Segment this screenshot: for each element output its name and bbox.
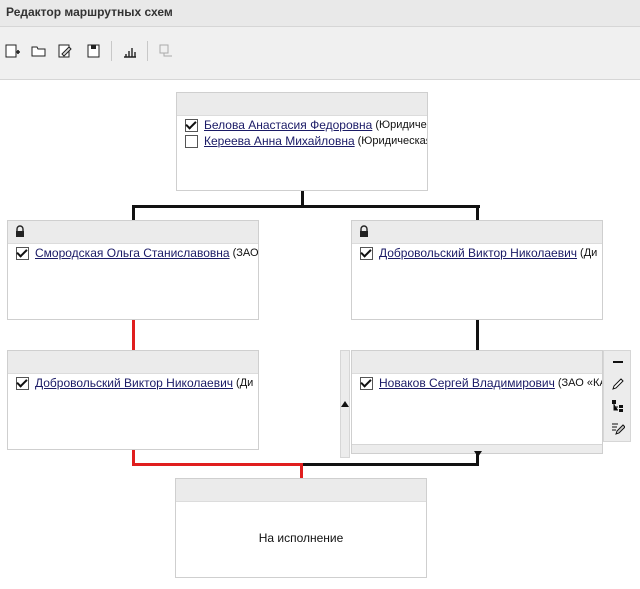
node-header: [8, 351, 258, 374]
toolbar-separator: [147, 41, 148, 61]
participant-row: Добровольский Виктор Николаевич (Ди: [16, 375, 253, 391]
minus-icon: [613, 361, 623, 363]
toolbar: [0, 27, 640, 80]
route-node-low-right[interactable]: Новаков Сергей Владимирович (ЗАО «КА: [351, 350, 603, 454]
edit-list-button[interactable]: [608, 419, 628, 437]
node-tools-panel: [603, 350, 631, 442]
route-node-mid-left[interactable]: Смородская Ольга Станиславовна (ЗАО: [7, 220, 259, 320]
participant-org: (Ди: [236, 377, 254, 389]
edit-scheme-button[interactable]: [57, 42, 75, 60]
connector-line: [476, 205, 479, 220]
participant-checkbox[interactable]: [16, 376, 29, 390]
open-button[interactable]: [30, 42, 48, 60]
lock-icon: [16, 225, 24, 237]
edit-list-icon: [612, 423, 625, 435]
participant-org: (ЗАО «КА: [557, 377, 603, 389]
participant-name-link[interactable]: Добровольский Виктор Николаевич: [379, 246, 577, 260]
connector-line-highlighted: [132, 320, 135, 350]
participant-row: Добровольский Виктор Николаевич (Ди: [360, 245, 597, 261]
node-header: [352, 221, 602, 244]
participant-checkbox[interactable]: [16, 246, 29, 260]
node-header: [177, 93, 427, 116]
edit-scheme-icon: [58, 44, 72, 58]
participant-row: Смородская Ольга Станиславовна (ЗАО: [16, 245, 259, 261]
remove-node-icon: [159, 44, 172, 57]
edit-node-button[interactable]: [608, 375, 628, 393]
participant-org: (Ди: [580, 247, 598, 259]
participant-checkbox[interactable]: [185, 118, 198, 132]
participant-checkbox[interactable]: [185, 134, 198, 148]
participant-name-link[interactable]: Добровольский Виктор Николаевич: [35, 376, 233, 390]
node-label: На исполнение: [258, 531, 344, 545]
participant-name-link[interactable]: Смородская Ольга Станиславовна: [35, 246, 230, 260]
node-header: [8, 221, 258, 244]
new-scheme-button[interactable]: [4, 42, 22, 60]
toolbar-separator: [111, 41, 112, 61]
scheme-canvas[interactable]: Белова Анастасия Федоровна (Юридиче Кере…: [0, 80, 640, 589]
remove-node-button[interactable]: [157, 42, 175, 60]
tree-button[interactable]: [608, 397, 628, 415]
participant-org: (ЗАО: [232, 247, 259, 259]
participant-name-link[interactable]: Новаков Сергей Владимирович: [379, 376, 555, 390]
route-node-top[interactable]: Белова Анастасия Федоровна (Юридиче Кере…: [176, 92, 428, 191]
participant-row: Белова Анастасия Федоровна (Юридиче: [185, 117, 427, 133]
new-scheme-icon: [5, 44, 20, 58]
participant-checkbox[interactable]: [360, 246, 373, 260]
node-header: [352, 351, 602, 374]
window-titlebar: Редактор маршрутных схем: [0, 0, 640, 27]
participant-name-link[interactable]: Кереева Анна Михайловна: [204, 134, 355, 148]
tree-icon: [612, 400, 623, 412]
participant-checkbox[interactable]: [360, 376, 373, 390]
node-scroll-handle[interactable]: [340, 350, 350, 458]
remove-button[interactable]: [608, 353, 628, 371]
layout-icon: [124, 48, 136, 58]
save-icon: [87, 44, 100, 58]
triangle-up-icon: [341, 401, 349, 407]
save-button[interactable]: [85, 42, 103, 60]
layout-button[interactable]: [121, 42, 139, 60]
participant-org: (Юридиче: [375, 119, 427, 131]
connector-line: [301, 463, 479, 466]
connector-line-highlighted: [132, 463, 303, 466]
connector-line: [476, 320, 479, 350]
connector-line: [132, 205, 135, 220]
connector-line-highlighted: [300, 463, 303, 478]
open-folder-icon: [31, 46, 46, 57]
route-node-low-left[interactable]: Добровольский Виктор Николаевич (Ди: [7, 350, 259, 450]
edit-pencil-icon: [612, 378, 624, 390]
participant-name-link[interactable]: Белова Анастасия Федоровна: [204, 118, 372, 132]
triangle-down-icon: [474, 451, 482, 457]
connector-line: [132, 205, 480, 208]
participant-row: Новаков Сергей Владимирович (ЗАО «КА: [360, 375, 603, 391]
node-header: [176, 479, 426, 502]
participant-row: Кереева Анна Михайловна (Юридическая: [185, 133, 428, 149]
lock-icon: [360, 225, 368, 237]
window-title: Редактор маршрутных схем: [6, 5, 173, 19]
route-node-mid-right[interactable]: Добровольский Виктор Николаевич (Ди: [351, 220, 603, 320]
participant-org: (Юридическая: [357, 135, 428, 147]
route-node-execution[interactable]: На исполнение: [175, 478, 427, 578]
